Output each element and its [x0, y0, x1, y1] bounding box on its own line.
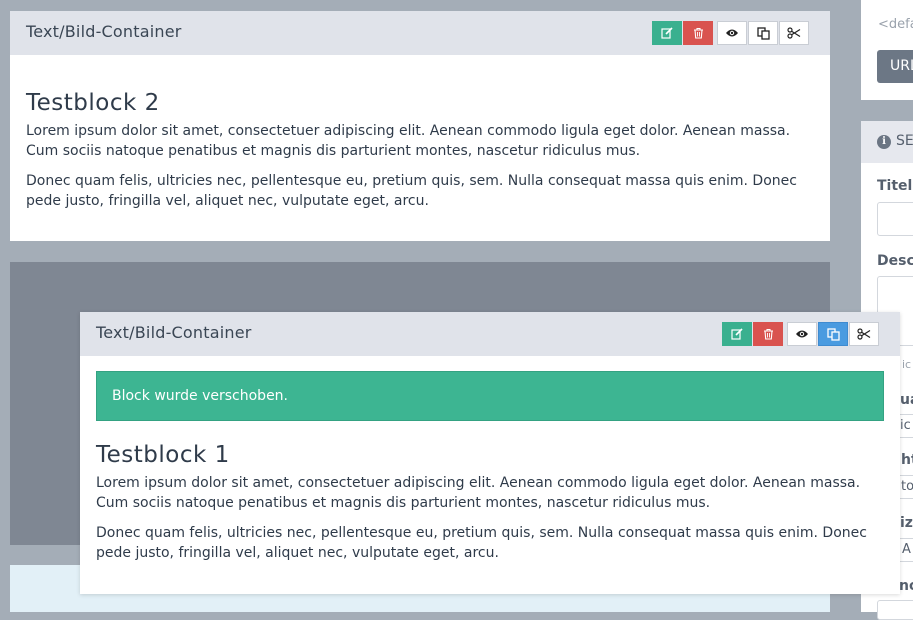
- label-more: no: [899, 578, 913, 594]
- sidebar-top-panel: <defa URL: [861, 0, 913, 100]
- block-type-title: Text/Bild-Container: [26, 22, 182, 41]
- sidebar-section-title: SE: [896, 133, 913, 149]
- block-header[interactable]: Text/Bild-Container: [10, 11, 830, 55]
- block-header[interactable]: Text/Bild-Container: [80, 312, 900, 356]
- cut-button[interactable]: [779, 21, 809, 45]
- extra-field[interactable]: [877, 600, 913, 620]
- block-paragraph-1: Lorem ipsum dolor sit amet, consectetuer…: [96, 475, 861, 511]
- edit-button[interactable]: [722, 322, 752, 346]
- copy-icon: [826, 327, 840, 341]
- scissors-icon: [787, 27, 801, 39]
- sidebar-section-header: i SE: [861, 121, 913, 163]
- success-alert: Block wurde verschoben.: [96, 371, 884, 421]
- description-hint: ic: [902, 358, 912, 371]
- eye-icon: [726, 29, 738, 37]
- block-body: Testblock 2 Lorem ipsum dolor sit amet, …: [10, 55, 830, 211]
- content-block-testblock-2[interactable]: Text/Bild-Container Testblock 2 Lorem ip…: [10, 11, 830, 241]
- alignment-value: to: [901, 479, 913, 494]
- scissors-icon: [857, 328, 871, 340]
- label-right: ht: [901, 452, 913, 468]
- label-size: iz: [900, 515, 913, 531]
- label-titel: Titel: [877, 178, 913, 194]
- label-qua: ua: [900, 392, 913, 408]
- edit-button[interactable]: [652, 21, 682, 45]
- eye-icon: [796, 330, 808, 338]
- delete-button[interactable]: [683, 21, 713, 45]
- block-heading: Testblock 2: [26, 90, 160, 116]
- size-value: A: [902, 542, 911, 557]
- edit-icon: [731, 328, 743, 340]
- edit-icon: [661, 27, 673, 39]
- content-block-testblock-1[interactable]: Text/Bild-Container Block wurde verschob…: [80, 312, 900, 594]
- title-input[interactable]: [877, 202, 913, 236]
- block-body: Block wurde verschoben. Testblock 1 Lore…: [80, 371, 900, 563]
- default-hint: <defa: [878, 17, 913, 32]
- copy-button[interactable]: [818, 322, 848, 346]
- preview-button[interactable]: [787, 322, 817, 346]
- url-button-label: URL: [890, 58, 913, 74]
- info-icon: i: [877, 135, 891, 149]
- trash-icon: [693, 27, 703, 39]
- block-paragraph-2: Donec quam felis, ultricies nec, pellent…: [26, 173, 797, 209]
- block-type-title: Text/Bild-Container: [96, 323, 252, 342]
- block-paragraph-1: Lorem ipsum dolor sit amet, consectetuer…: [26, 123, 791, 159]
- copy-icon: [756, 26, 770, 40]
- block-heading: Testblock 1: [96, 442, 230, 468]
- copy-button[interactable]: [748, 21, 778, 45]
- url-button[interactable]: URL: [877, 50, 913, 83]
- delete-button[interactable]: [753, 322, 783, 346]
- alert-message: Block wurde verschoben.: [112, 388, 289, 404]
- block-paragraph-2: Donec quam felis, ultricies nec, pellent…: [96, 525, 867, 561]
- label-description: Desc: [877, 253, 913, 269]
- cut-button[interactable]: [849, 322, 879, 346]
- trash-icon: [763, 328, 773, 340]
- preview-button[interactable]: [717, 21, 747, 45]
- quality-value: ic: [900, 418, 911, 433]
